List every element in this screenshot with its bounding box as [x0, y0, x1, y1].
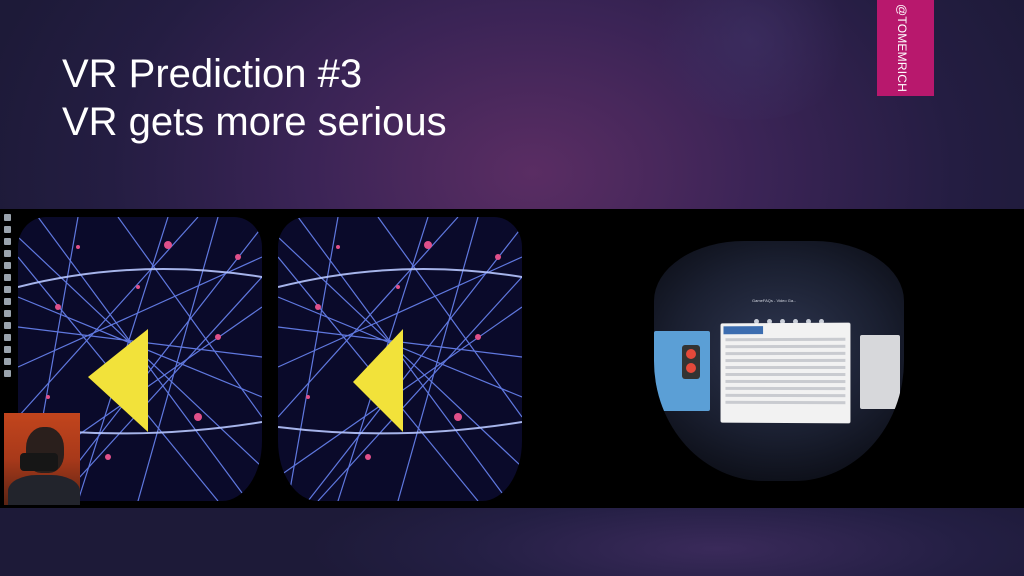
title-line-1: VR Prediction #3	[62, 52, 363, 96]
vr-browser-toolbar	[754, 311, 874, 324]
vr-side-panel-left	[654, 331, 710, 411]
particle-scene-right	[278, 217, 522, 501]
webcam-overlay	[4, 413, 80, 505]
vr-main-webpage-panel	[720, 322, 851, 424]
person-body	[8, 475, 80, 505]
vr-headset	[20, 453, 58, 471]
twitter-handle-tag: @TOMEMRICH	[877, 0, 934, 96]
title-line-2: VR gets more serious	[62, 100, 447, 144]
slide-title: VR Prediction #3 VR gets more serious	[62, 50, 447, 146]
vr-browser-view: GameFAQs - Video Ga...	[654, 241, 904, 481]
vr-video-frame: GameFAQs - Video Ga...	[0, 209, 1024, 508]
desktop-taskbar	[2, 209, 14, 409]
stereo-right-eye	[278, 217, 522, 501]
vr-browser-title: GameFAQs - Video Ga...	[752, 298, 797, 303]
vr-side-panel-right	[860, 335, 900, 409]
footer-band	[0, 508, 1024, 576]
twitter-handle: @TOMEMRICH	[895, 4, 909, 92]
background-glow	[640, 0, 860, 120]
